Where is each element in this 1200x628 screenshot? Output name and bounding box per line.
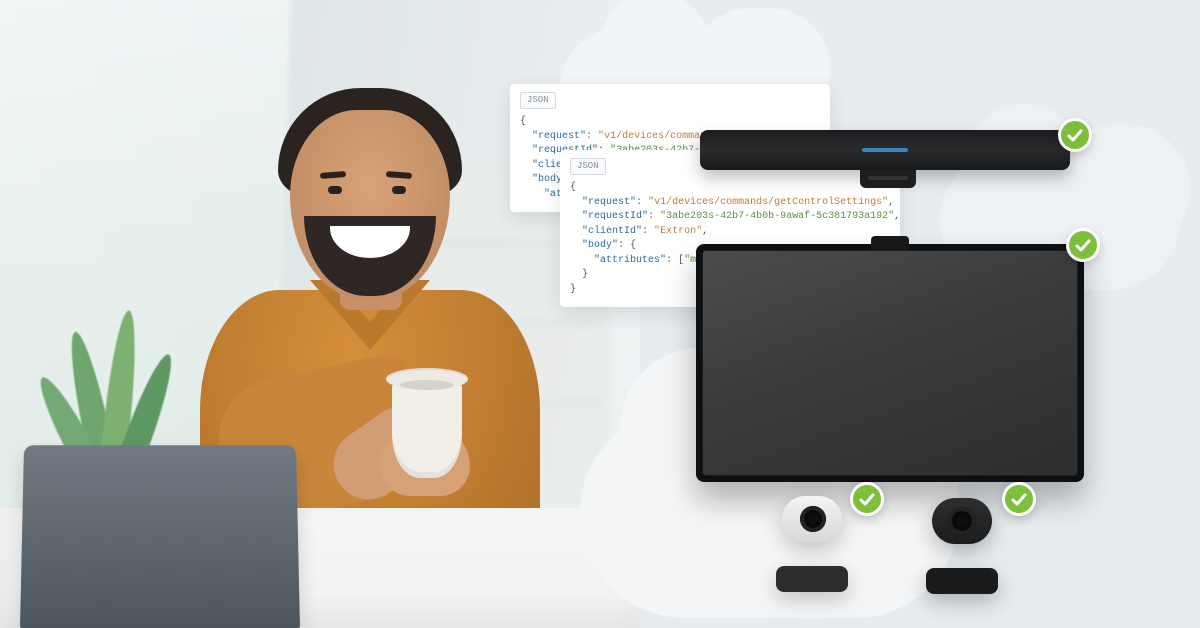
- camera-lens-icon: [800, 506, 826, 532]
- check-icon: [1010, 490, 1028, 508]
- check-icon: [1074, 236, 1092, 254]
- status-check-badge: [1002, 482, 1036, 516]
- ptz-camera-white: [770, 496, 854, 592]
- status-check-badge: [1066, 228, 1100, 262]
- status-check-badge: [850, 482, 884, 516]
- display-screen: [702, 250, 1078, 476]
- status-check-badge: [1058, 118, 1092, 152]
- laptop-back: [20, 445, 300, 628]
- json-tag-label: JSON: [520, 92, 556, 109]
- json-tag-label: JSON: [570, 158, 606, 175]
- check-icon: [1066, 126, 1084, 144]
- coffee-cup: [392, 382, 462, 478]
- display-camera-notch: [871, 236, 909, 250]
- ptz-camera-black: [920, 498, 1004, 594]
- camera-lens-icon: [948, 507, 976, 535]
- interactive-display: [696, 244, 1084, 482]
- soundbar-base: [860, 170, 916, 188]
- check-icon: [858, 490, 876, 508]
- video-soundbar: [700, 130, 1070, 170]
